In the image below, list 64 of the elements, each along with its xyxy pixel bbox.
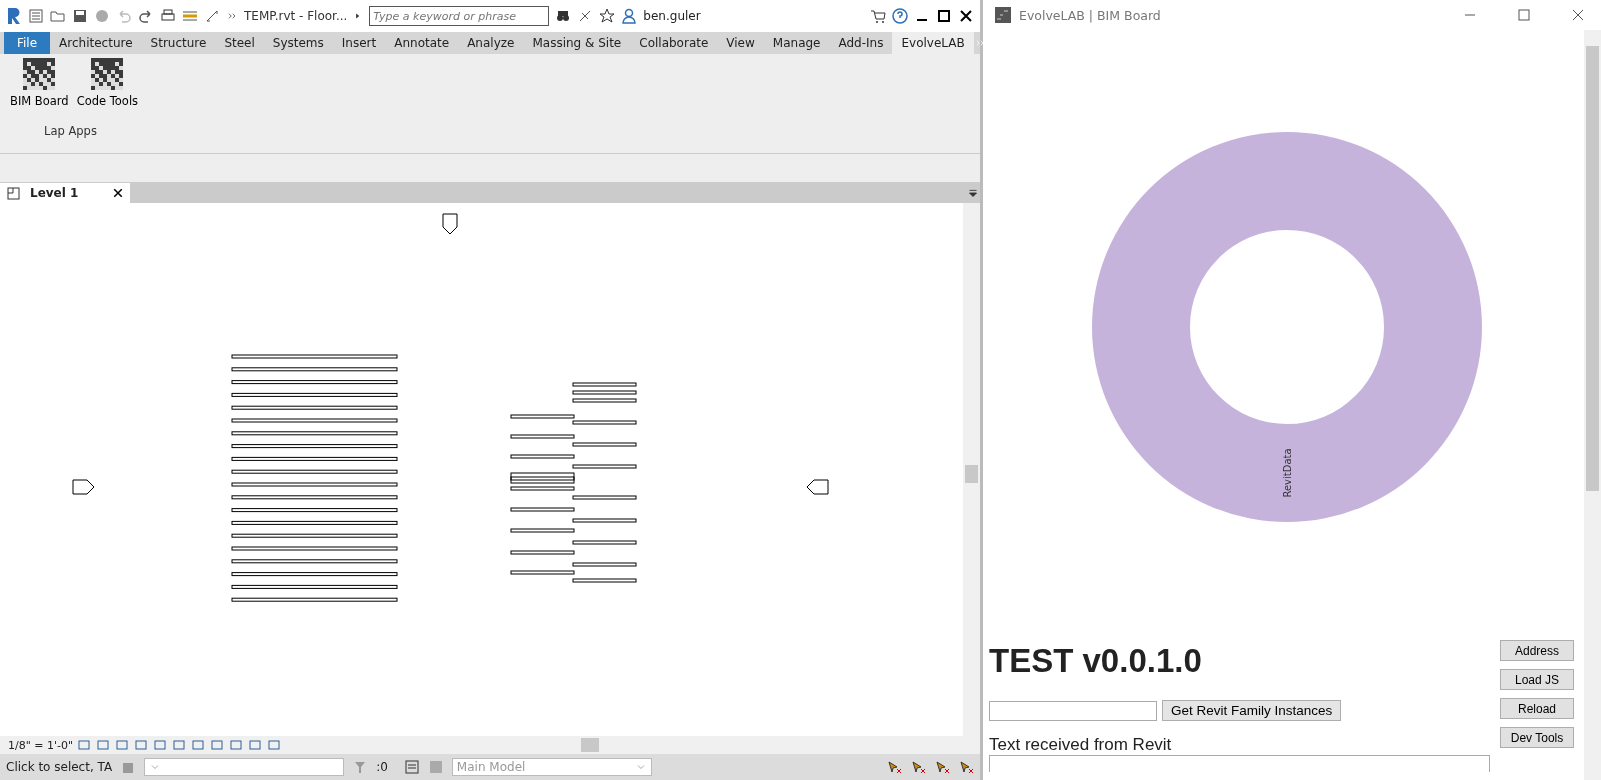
ribbon-tab[interactable]: Analyze (458, 32, 524, 54)
vertical-scrollbar[interactable] (1584, 30, 1601, 780)
ribbon-button[interactable]: Code Tools (74, 58, 141, 108)
star-icon[interactable] (599, 8, 616, 24)
home-icon[interactable] (28, 8, 44, 24)
elevation-marker[interactable] (72, 479, 95, 495)
side-button[interactable]: Reload (1500, 698, 1574, 719)
list-icon[interactable] (403, 759, 420, 775)
redo-icon[interactable] (138, 8, 154, 24)
ring-label: RevitData (1281, 448, 1293, 498)
workset-dropdown[interactable] (144, 758, 345, 776)
undo-icon[interactable] (116, 8, 132, 24)
save-icon[interactable] (72, 8, 88, 24)
level-tab[interactable]: Level 1 (0, 183, 130, 203)
pixel-pattern-icon (91, 58, 124, 90)
close-icon[interactable] (958, 8, 974, 24)
ribbon-tab[interactable]: Manage (763, 32, 830, 54)
input-field[interactable] (989, 700, 1157, 721)
ribbon-tab[interactable]: EvolveLAB (892, 32, 974, 54)
heading: TEST v0.0.1.0 (989, 642, 1203, 680)
vertical-scrollbar[interactable] (963, 203, 980, 736)
window-title: EvolveLAB | BIM Board (1019, 7, 1161, 23)
ribbon-tab[interactable]: Steel (215, 32, 264, 54)
ribbon-tab[interactable]: Architecture (50, 32, 142, 54)
ribbon-tab[interactable]: Add-Ins (829, 32, 893, 54)
ribbon-tab[interactable]: Massing & Site (523, 32, 631, 54)
scale-label[interactable]: 1/8" = 1'-0" (8, 738, 74, 752)
ribbon-tab[interactable]: Insert (332, 32, 386, 54)
ribbon-tab[interactable]: Collaborate (630, 32, 718, 54)
help-icon[interactable] (892, 8, 908, 24)
ribbon-tab[interactable]: View (717, 32, 764, 54)
status-message: Click to select, TA (6, 760, 113, 774)
window-title: TEMP.rvt - Floor... (244, 9, 348, 23)
output-label: Text received from Revit (989, 735, 1173, 755)
selection-count: :0 (376, 760, 388, 774)
user-name[interactable]: ben.guler (643, 9, 701, 23)
ribbon-tab[interactable]: Annotate (385, 32, 459, 54)
ribbon-button[interactable]: BIM Board (8, 58, 71, 108)
side-button[interactable]: Dev Tools (1500, 727, 1574, 748)
maximize-icon[interactable] (936, 8, 952, 24)
ribbon-tab[interactable]: File (4, 32, 51, 54)
print-icon[interactable] (160, 8, 176, 24)
app-logo-icon[interactable] (6, 7, 22, 25)
dimension-icon[interactable] (204, 8, 220, 24)
panel-label: Lap Apps (44, 124, 98, 138)
elevation-marker[interactable] (806, 479, 829, 495)
close-icon[interactable] (112, 187, 124, 199)
side-button[interactable]: Load JS (1500, 669, 1574, 690)
get-instances-button[interactable]: Get Revit Family Instances (1162, 700, 1342, 721)
search-field[interactable]: Type a keyword or phrase (369, 6, 550, 26)
pixel-pattern-icon (23, 58, 56, 90)
user-icon[interactable] (621, 8, 638, 24)
binoculars-icon[interactable] (555, 8, 572, 24)
measure-icon[interactable] (182, 8, 198, 24)
floor-plan-icon[interactable] (6, 185, 22, 201)
open-icon[interactable] (50, 8, 66, 24)
close-icon[interactable] (1570, 7, 1586, 23)
ribbon-tab[interactable]: Structure (141, 32, 216, 54)
app-logo-icon (995, 7, 1011, 23)
elevation-marker[interactable] (442, 213, 458, 235)
side-button[interactable]: Address (1500, 640, 1574, 661)
cart-icon[interactable] (870, 8, 886, 24)
ribbon-tab[interactable]: Systems (263, 32, 333, 54)
output-field[interactable] (989, 755, 1490, 772)
